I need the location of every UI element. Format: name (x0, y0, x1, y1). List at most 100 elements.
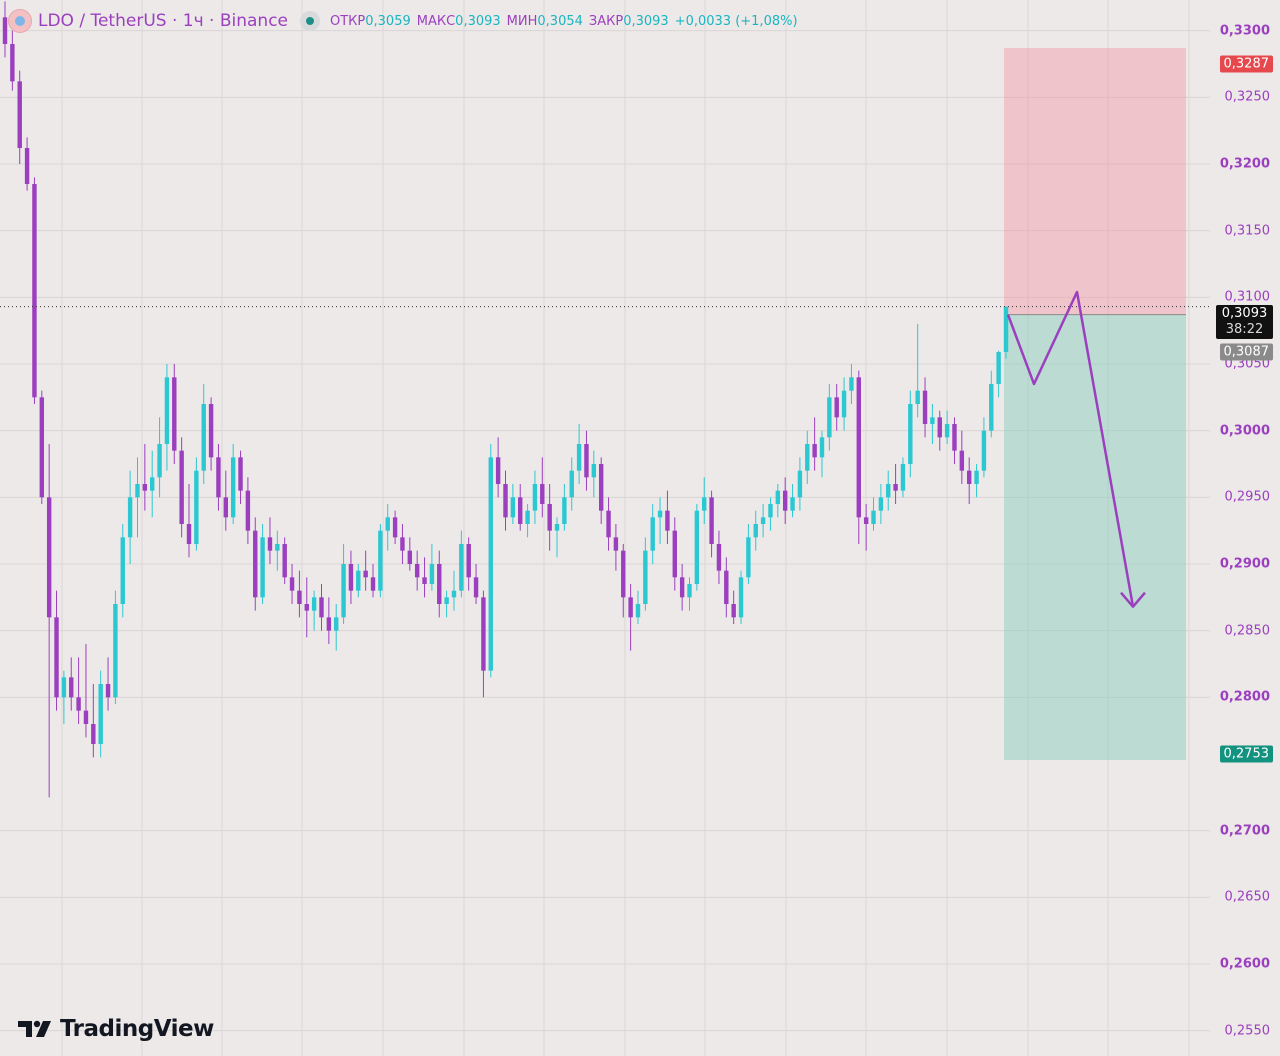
candle-body (716, 544, 722, 571)
candle-body (878, 497, 884, 511)
candle-body (709, 497, 714, 544)
candle-body (10, 44, 15, 82)
candle-body (334, 617, 339, 631)
candle-body (495, 457, 501, 484)
candle-body (518, 497, 523, 524)
candle-body (915, 390, 920, 404)
candle-body (348, 564, 354, 591)
candle-body (782, 490, 788, 511)
price-axis-tick: 0,2800 (1219, 689, 1270, 705)
candle-body (39, 397, 45, 498)
tradingview-logo[interactable]: TradingView (16, 1016, 214, 1042)
candle-body (989, 384, 994, 431)
candle-body (540, 484, 545, 504)
candle-body (937, 417, 942, 438)
candle-body (363, 570, 368, 578)
open-value: 0,3059 (365, 13, 411, 29)
candle-body (488, 457, 493, 671)
candle-body (606, 510, 611, 538)
market-status-icon[interactable] (300, 11, 320, 31)
price-axis-tick: 0,3250 (1224, 89, 1271, 105)
candle-body (149, 477, 155, 491)
candle-body (245, 490, 251, 531)
candle-body (91, 724, 96, 744)
candle-body (922, 390, 928, 424)
candle-body (753, 524, 758, 538)
candle-body (841, 390, 847, 418)
take-profit-zone (1004, 314, 1186, 760)
candle-body (672, 530, 677, 578)
candle-body (959, 450, 965, 471)
candle-body (760, 517, 766, 524)
candle-body (679, 577, 685, 598)
candles (2, 1, 1009, 798)
candle-body (702, 497, 707, 511)
candle-body (326, 617, 332, 631)
candle-body (105, 684, 111, 698)
candle-body (186, 524, 192, 544)
candle-body (930, 417, 935, 424)
candle-body (24, 148, 30, 184)
candle-body (481, 597, 486, 671)
candle-body (414, 564, 420, 578)
candle-body (2, 17, 8, 44)
close-label: ЗАКР (588, 13, 624, 29)
high-label: МАКС (416, 13, 456, 29)
price-axis-tick: 0,3200 (1219, 156, 1270, 172)
candle-body (194, 470, 199, 544)
candle-body (392, 517, 398, 538)
candle-body (591, 464, 597, 478)
candle-body (422, 577, 427, 584)
candle-body (157, 444, 162, 478)
candle-body (32, 184, 37, 398)
price-chart[interactable] (0, 0, 1280, 1056)
candle-body (738, 577, 744, 618)
candle-body (900, 464, 906, 491)
candle-body (275, 544, 280, 551)
candle-body (135, 484, 140, 498)
price-axis-tick: 0,3100 (1224, 289, 1271, 305)
candle-body (775, 490, 781, 504)
candle-body (208, 404, 214, 458)
candle-body (768, 504, 773, 518)
candle-body (216, 457, 221, 498)
candle-body (127, 497, 133, 538)
candle-body (179, 450, 184, 524)
price-axis-tick: 0,3000 (1219, 423, 1270, 439)
candle-body (974, 470, 979, 484)
candle-body (459, 544, 464, 591)
coin-icon (8, 9, 32, 33)
candle-body (687, 584, 692, 598)
last-price-value: 0,3093 (1221, 306, 1268, 321)
candle-body (113, 604, 118, 698)
candle-body (650, 517, 655, 551)
candle-body (429, 564, 435, 584)
candle-body (238, 457, 243, 491)
candle-body (797, 470, 803, 498)
symbol-title[interactable]: LDO / TetherUS · 1ч · Binance (38, 11, 288, 31)
stop-loss-zone (1004, 48, 1186, 315)
candle-body (201, 404, 206, 471)
candle-body (643, 550, 648, 604)
candle-body (473, 577, 479, 598)
candle-body (510, 497, 516, 518)
candle-body (628, 597, 633, 618)
price-axis-tick: 0,2900 (1219, 556, 1270, 572)
candle-body (996, 352, 1001, 384)
price-axis-tick: 0,2850 (1224, 623, 1271, 639)
candle-body (952, 424, 957, 451)
candle-body (1003, 306, 1009, 352)
close-value: 0,3093 (623, 13, 669, 29)
candle-body (451, 590, 457, 598)
candle-body (466, 544, 471, 578)
chart-area[interactable]: LDO / TetherUS · 1ч · Binance ОТКР 0,305… (0, 0, 1280, 1056)
candle-body (385, 517, 390, 531)
candle-body (230, 457, 236, 518)
candle-body (223, 497, 229, 518)
high-value: 0,3093 (455, 13, 501, 29)
candle-body (297, 590, 302, 604)
candle-body (437, 564, 442, 604)
candle-body (827, 397, 832, 438)
candle-body (98, 684, 103, 744)
candle-body (834, 397, 839, 418)
